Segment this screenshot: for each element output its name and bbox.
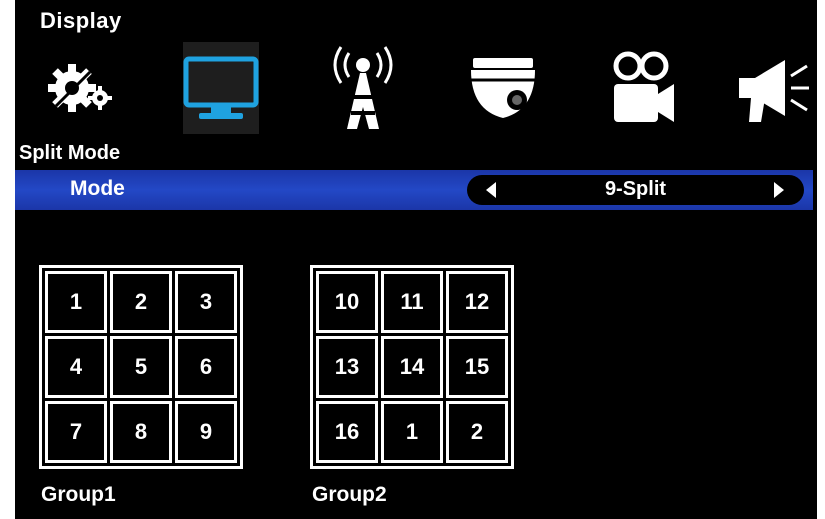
network-tab[interactable]: [325, 42, 401, 134]
grid-cell: 11: [381, 271, 443, 333]
record-tab[interactable]: [605, 42, 681, 134]
grid-cell: 8: [110, 401, 172, 463]
grid-cell: 3: [175, 271, 237, 333]
grid-cell: 1: [45, 271, 107, 333]
group1-label: Group1: [41, 483, 116, 506]
display-tab[interactable]: [183, 42, 259, 134]
grid-cell: 1: [381, 401, 443, 463]
antenna-tower-icon: [327, 45, 399, 131]
grid-cell: 4: [45, 336, 107, 398]
grid-cell: 10: [316, 271, 378, 333]
section-title: Split Mode: [19, 142, 121, 164]
settings-tab[interactable]: [42, 42, 118, 134]
monitor-icon: [183, 53, 259, 123]
arrow-right-icon[interactable]: [774, 182, 784, 198]
megaphone-icon: [735, 50, 811, 126]
mode-row[interactable]: Mode 9-Split: [15, 170, 813, 210]
grid-cell: 5: [110, 336, 172, 398]
grid-cell: 6: [175, 336, 237, 398]
grid-cell: 9: [175, 401, 237, 463]
grid-cell: 12: [446, 271, 508, 333]
display-screen: Display Split Mode Mode 9-Split 1 2 3 4 …: [15, 0, 825, 519]
grid-cell: 2: [446, 401, 508, 463]
mode-label: Mode: [70, 177, 125, 200]
dome-camera-icon: [465, 50, 541, 126]
grid-cell: 14: [381, 336, 443, 398]
grid-cell: 15: [446, 336, 508, 398]
grid-cell: 16: [316, 401, 378, 463]
grid-cell: 13: [316, 336, 378, 398]
group2-label: Group2: [312, 483, 387, 506]
group1-grid: 1 2 3 4 5 6 7 8 9: [39, 265, 243, 469]
settings-gears-icon: [44, 58, 116, 118]
alarm-tab[interactable]: [735, 42, 811, 134]
camera-tab[interactable]: [465, 42, 541, 134]
mode-value: 9-Split: [604, 178, 667, 200]
right-border: [817, 0, 825, 519]
video-camera-icon: [608, 50, 678, 126]
group2-grid: 10 11 12 13 14 15 16 1 2: [310, 265, 514, 469]
grid-cell: 2: [110, 271, 172, 333]
mode-selector[interactable]: 9-Split: [467, 175, 804, 205]
page-title: Display: [40, 8, 122, 33]
grid-cell: 7: [45, 401, 107, 463]
